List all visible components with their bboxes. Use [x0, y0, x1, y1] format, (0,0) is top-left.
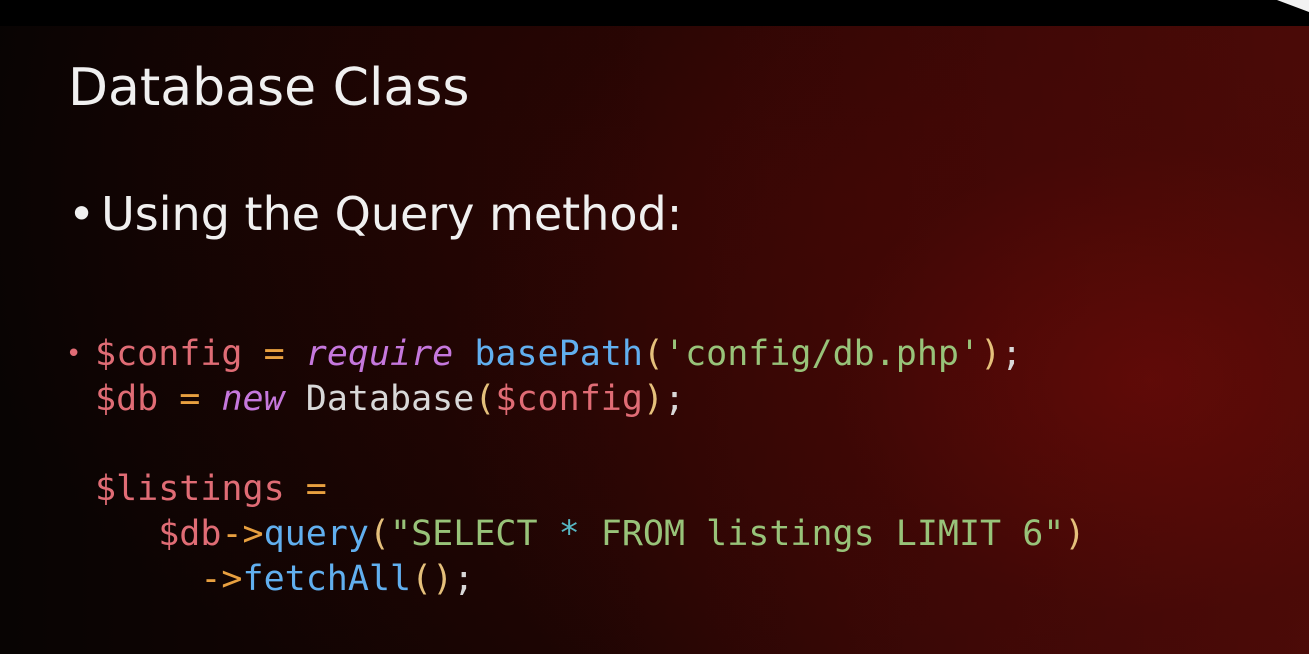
code-paren: (	[474, 379, 496, 419]
code-function: basePath	[474, 334, 643, 374]
code-arrow: ->	[221, 514, 264, 554]
code-string-star: *	[558, 514, 580, 554]
code-line-1: $config = require basePath('config/db.ph…	[95, 332, 1085, 377]
code-operator: =	[305, 469, 327, 509]
code-block: $config = require basePath('config/db.ph…	[95, 332, 1085, 602]
code-keyword: require	[305, 334, 454, 374]
code-paren: (	[368, 514, 391, 554]
code-semicolon: ;	[453, 559, 475, 599]
bullet-text: Using the Query method:	[101, 187, 683, 241]
code-paren: )	[980, 334, 1002, 374]
code-paren: ()	[411, 559, 454, 599]
bullet-icon: •	[68, 187, 96, 241]
code-variable: $listings	[95, 469, 285, 509]
corner-fold-icon	[1277, 0, 1309, 12]
slide: Database Class • Using the Query method: …	[0, 0, 1309, 654]
code-semicolon: ;	[1001, 334, 1023, 374]
code-function: fetchAll	[242, 559, 412, 599]
code-paren: )	[1064, 514, 1086, 554]
code-string: "SELECT	[390, 514, 559, 554]
code-keyword: new	[221, 379, 285, 419]
code-semicolon: ;	[664, 379, 686, 419]
code-line-4: $listings =	[95, 467, 1085, 512]
code-line-5: $db->query("SELECT * FROM listings LIMIT…	[95, 512, 1085, 557]
code-arrow: ->	[200, 559, 243, 599]
top-black-band	[0, 0, 1309, 26]
code-function: query	[263, 514, 369, 554]
code-variable: $config	[95, 334, 243, 374]
bullet-point: • Using the Query method:	[68, 184, 682, 244]
code-string: FROM listings LIMIT 6"	[579, 514, 1065, 554]
code-line-6: ->fetchAll();	[95, 557, 1085, 602]
code-class-name: Database	[305, 379, 475, 419]
slide-title: Database Class	[68, 58, 470, 118]
code-line-2: $db = new Database($config);	[95, 377, 1085, 422]
code-variable: $db	[158, 514, 222, 554]
code-operator: =	[263, 334, 285, 374]
code-paren: (	[642, 334, 664, 374]
code-variable: $config	[495, 379, 643, 419]
code-string: 'config/db.php'	[664, 334, 981, 374]
code-operator: =	[179, 379, 201, 419]
code-bullet-icon: •	[66, 339, 82, 369]
code-variable: $db	[95, 379, 159, 419]
code-paren: )	[642, 379, 664, 419]
